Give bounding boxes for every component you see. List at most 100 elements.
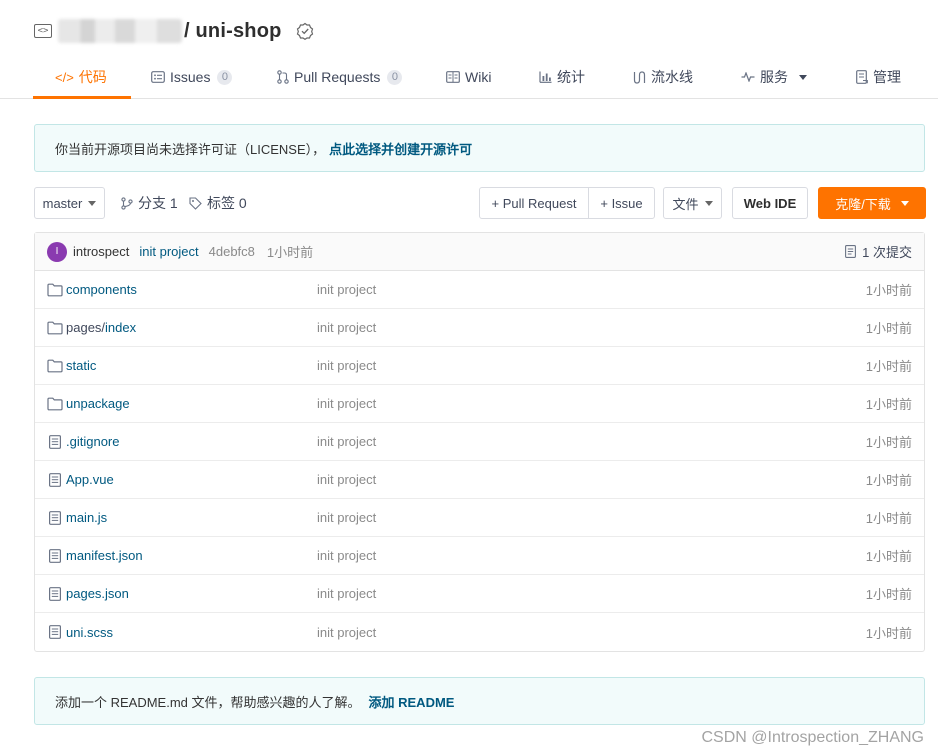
file-row[interactable]: static init project 1小时前	[35, 347, 924, 385]
commit-message[interactable]: init project	[139, 244, 198, 259]
web-ide-button[interactable]: Web IDE	[732, 187, 808, 219]
commit-sha[interactable]: 4debfc8	[209, 244, 255, 259]
tab-label: 流水线	[651, 69, 693, 85]
tags-link[interactable]: 标签 0	[189, 187, 247, 219]
wiki-icon	[446, 71, 460, 83]
repository-icon: <>	[34, 24, 52, 38]
branch-icon	[121, 196, 133, 210]
readme-notice: 添加一个 README.md 文件，帮助感兴趣的人了解。 添加 README	[34, 677, 925, 725]
file-dropdown-button[interactable]: 文件	[663, 187, 722, 219]
manage-icon	[856, 70, 868, 84]
commit-time: 1小时前	[266, 245, 314, 260]
file-name: unpackage	[66, 396, 130, 411]
clone-download-button[interactable]: 克隆/下载	[818, 187, 926, 219]
file-name-link[interactable]: manifest.json	[66, 548, 143, 563]
branches-link[interactable]: 分支 1	[121, 187, 178, 219]
repo-name[interactable]: / uni-shop	[184, 20, 282, 43]
file-icon	[48, 472, 62, 487]
file-commit-time: 1小时前	[865, 435, 912, 450]
chevron-down-icon	[900, 200, 909, 206]
file-parent-dir: pages/	[66, 320, 106, 335]
file-list: I introspect init project 4debfc8 1小时前 1…	[34, 232, 925, 652]
file-row[interactable]: manifest.json init project 1小时前	[35, 537, 924, 575]
folder-icon	[47, 397, 63, 410]
file-commit-time: 1小时前	[865, 587, 912, 602]
file-row[interactable]: main.js init project 1小时前	[35, 499, 924, 537]
file-icon	[48, 625, 62, 639]
file-name-link[interactable]: App.vue	[66, 472, 114, 487]
file-name-link[interactable]: main.js	[66, 510, 107, 525]
tab-pull-requests[interactable]: Pull Requests 0	[277, 56, 403, 98]
folder-icon	[47, 321, 63, 334]
file-name-link[interactable]: uni.scss	[66, 625, 113, 640]
tab-issues[interactable]: Issues 0	[151, 56, 233, 98]
file-name: uni.scss	[66, 624, 113, 640]
file-row[interactable]: unpackage init project 1小时前	[35, 385, 924, 423]
pull-request-icon	[277, 70, 289, 84]
tag-icon	[189, 196, 202, 210]
file-name-link[interactable]: static	[66, 358, 96, 373]
branch-select[interactable]: master	[34, 187, 105, 219]
file-commit-time: 1小时前	[865, 625, 912, 641]
pull-requests-count-badge: 0	[387, 69, 403, 85]
file-name-link[interactable]: components	[66, 282, 137, 297]
tab-label: 统计	[557, 69, 585, 85]
file-commit-time: 1小时前	[865, 359, 912, 374]
commit-history-link[interactable]: 1 次提交	[845, 242, 912, 261]
badge-icon[interactable]	[296, 22, 314, 40]
file-icon	[48, 548, 62, 563]
file-name: index	[105, 320, 137, 335]
chevron-down-icon	[799, 74, 807, 80]
file-commit-message[interactable]: init project	[317, 396, 376, 411]
license-notice-text: 你当前开源项目尚未选择许可证（LICENSE），	[55, 141, 326, 157]
file-commit-message[interactable]: init project	[317, 282, 376, 297]
repo-toolbar: master 分支 1 标签 0 + Pull Request + Issue …	[34, 187, 926, 219]
tab-label: Issues	[170, 69, 211, 85]
license-notice: 你当前开源项目尚未选择许可证（LICENSE）， 点此选择并创建开源许可	[34, 124, 925, 172]
file-row[interactable]: .gitignore init project 1小时前	[35, 423, 924, 461]
add-readme-link[interactable]: 添加 README	[369, 692, 455, 711]
new-pull-request-button[interactable]: + Pull Request	[479, 187, 589, 219]
avatar[interactable]: I	[47, 241, 67, 262]
folder-icon	[47, 359, 63, 372]
chevron-down-icon	[704, 200, 713, 206]
create-license-link[interactable]: 点此选择并创建开源许可	[329, 139, 472, 158]
latest-commit-bar: I introspect init project 4debfc8 1小时前 1…	[35, 233, 924, 271]
file-name-link[interactable]: pages/index	[66, 320, 136, 335]
tab-pipeline[interactable]: 流水线	[633, 56, 693, 98]
issues-count-badge: 0	[217, 69, 233, 85]
file-commit-message[interactable]: init project	[317, 358, 376, 373]
chevron-down-icon	[88, 200, 97, 206]
new-issue-button[interactable]: + Issue	[588, 187, 655, 219]
file-row[interactable]: pages/index init project 1小时前	[35, 309, 924, 347]
file-name: pages.json	[66, 586, 129, 601]
commit-author[interactable]: introspect	[73, 244, 129, 259]
readme-notice-text: 添加一个 README.md 文件，帮助感兴趣的人了解。	[55, 694, 361, 710]
file-name-link[interactable]: pages.json	[66, 586, 129, 601]
owner-name-blurred[interactable]	[58, 19, 182, 43]
file-name-link[interactable]: unpackage	[66, 396, 130, 411]
file-row[interactable]: pages.json init project 1小时前	[35, 575, 924, 613]
file-name-link[interactable]: .gitignore	[66, 434, 119, 449]
file-commit-message[interactable]: init project	[317, 510, 376, 525]
tab-manage[interactable]: 管理	[856, 56, 901, 98]
file-name: App.vue	[66, 472, 114, 487]
file-row[interactable]: App.vue init project 1小时前	[35, 461, 924, 499]
code-icon: </>	[55, 69, 74, 85]
tab-wiki[interactable]: Wiki	[446, 56, 491, 98]
file-commit-time: 1小时前	[865, 549, 912, 564]
file-icon	[48, 510, 62, 525]
file-commit-message[interactable]: init project	[317, 625, 376, 640]
tab-service-dropdown[interactable]: 服务	[741, 56, 807, 98]
tab-code[interactable]: </> 代码	[33, 56, 131, 99]
file-commit-message[interactable]: init project	[317, 586, 376, 601]
tab-stats[interactable]: 统计	[539, 56, 585, 98]
file-row[interactable]: components init project 1小时前	[35, 271, 924, 309]
file-commit-message[interactable]: init project	[317, 472, 376, 487]
file-commit-message[interactable]: init project	[317, 548, 376, 563]
repo-header: <> / uni-shop	[34, 16, 314, 46]
file-row[interactable]: uni.scss init project 1小时前	[35, 613, 924, 651]
clone-download-label: 克隆/下载	[835, 196, 891, 212]
file-commit-message[interactable]: init project	[317, 320, 376, 335]
file-commit-message[interactable]: init project	[317, 434, 376, 449]
